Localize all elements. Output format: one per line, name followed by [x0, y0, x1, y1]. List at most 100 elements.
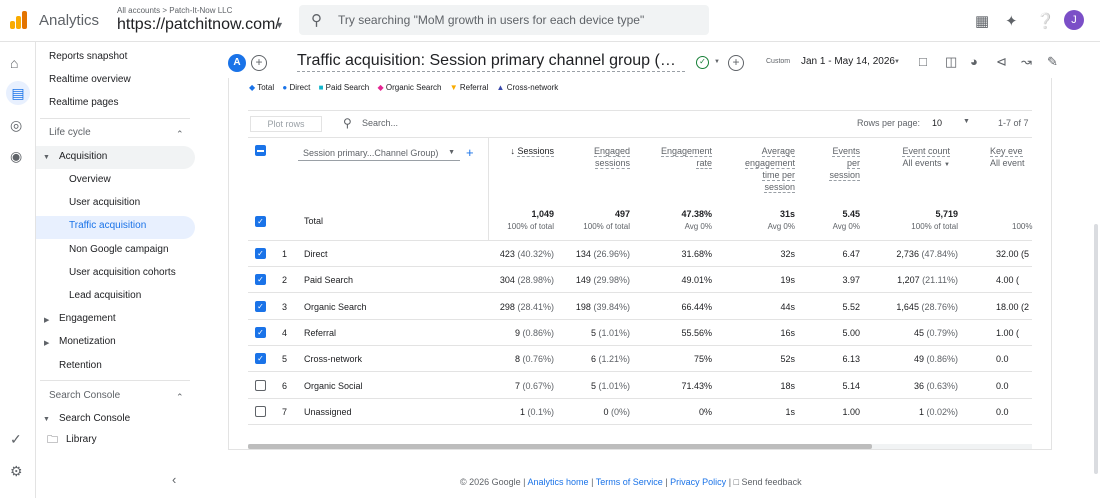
row-checkbox[interactable]: ✓	[255, 248, 266, 259]
sidebar-item-engagement[interactable]: Engagement	[59, 310, 116, 328]
sidebar-item-acquisition[interactable]: Acquisition	[59, 148, 107, 166]
sidebar-item-monetization[interactable]: Monetization	[59, 333, 116, 351]
sidebar-item-realtime-pages[interactable]: Realtime pages	[49, 94, 118, 112]
chevron-down-icon[interactable]: ▼	[714, 59, 720, 65]
date-range-picker[interactable]: Jan 1 - May 14, 2026	[801, 56, 895, 67]
chevron-up-icon[interactable]: ⌃	[176, 129, 184, 140]
scrollbar-thumb[interactable]	[248, 444, 872, 449]
avatar[interactable]: J	[1064, 10, 1084, 30]
rows-per-page-select[interactable]: 10	[932, 118, 942, 128]
row-checkbox[interactable]	[255, 379, 266, 391]
advertising-icon[interactable]: ◉	[10, 148, 22, 165]
home-icon[interactable]: ⌂	[10, 55, 18, 71]
col-event-count[interactable]: Event count All events ▼	[880, 145, 950, 171]
explore-icon[interactable]: ◎	[10, 117, 22, 134]
chevron-down-icon[interactable]: ▼	[894, 59, 900, 65]
add-comparison-icon[interactable]: +	[251, 55, 267, 71]
table-row[interactable]: ✓ 5 Cross-network 8 (0.76%) 6 (1.21%) 75% 52s 6…	[248, 346, 1032, 373]
configure-icon[interactable]: ✓	[10, 431, 22, 448]
account-breadcrumb[interactable]: All accounts > Patch-It-Now LLC	[117, 6, 232, 15]
nav-rail: ⌂ ▤ ◎ ◉ ✓ ⚙	[0, 42, 36, 498]
table-row[interactable]: 7 Unassigned 1 (0.1%) 0 (0%) 0% 1s 1.00 1 (0.02…	[248, 399, 1032, 425]
col-avg-engagement-time[interactable]: Average engagement time per session	[725, 145, 795, 193]
sidebar-item-traffic-acquisition[interactable]: Traffic acquisition	[69, 217, 146, 235]
caret-right-icon: ▶	[44, 317, 50, 324]
privacy-link[interactable]: Privacy Policy	[670, 477, 726, 487]
edit-pencil-icon[interactable]: ✎	[1047, 54, 1058, 70]
col-events-per-session[interactable]: Events per session	[810, 145, 860, 181]
channel-name[interactable]: Unassigned	[304, 407, 454, 417]
search-console-section[interactable]: Search Console	[49, 387, 120, 405]
sidebar-item-user-acquisition-cohorts[interactable]: User acquisition cohorts	[69, 264, 176, 282]
apps-grid-icon[interactable]: ▦	[975, 12, 989, 30]
comparison-badge[interactable]: A	[228, 54, 246, 72]
sidebar-item-search-console[interactable]: Search Console	[59, 410, 130, 428]
terms-link[interactable]: Terms of Service	[596, 477, 663, 487]
edit-notes-icon[interactable]: □	[919, 54, 927, 69]
trend-icon[interactable]: ↝	[1021, 54, 1032, 70]
col-sessions[interactable]: ↓ Sessions	[494, 145, 554, 157]
channel-name[interactable]: Direct	[304, 249, 454, 259]
channel-name[interactable]: Referral	[304, 328, 454, 338]
channel-name[interactable]: Organic Search	[304, 302, 454, 312]
add-dimension-icon[interactable]: +	[466, 145, 474, 160]
share-icon[interactable]: ⊲	[996, 54, 1007, 70]
legend-organic-search: ◆ Organic Search	[377, 83, 442, 92]
channel-name[interactable]: Cross-network	[304, 354, 454, 364]
sidebar-item-overview[interactable]: Overview	[69, 171, 111, 189]
sidebar-item-user-acquisition[interactable]: User acquisition	[69, 194, 140, 212]
sidebar-item-realtime-overview[interactable]: Realtime overview	[49, 71, 131, 89]
lifecycle-section[interactable]: Life cycle	[49, 124, 91, 142]
row-checkbox[interactable]	[255, 405, 266, 417]
compare-icon[interactable]: ◫	[945, 54, 957, 70]
col-engagement-rate[interactable]: Engagement rate	[642, 145, 712, 169]
sidebar-item-retention[interactable]: Retention	[59, 357, 102, 375]
pagination: 1-7 of 7	[998, 118, 1029, 128]
analytics-logo-icon[interactable]	[10, 11, 28, 29]
row-checkbox[interactable]: ✓	[255, 326, 266, 338]
sidebar-item-reports-snapshot[interactable]: Reports snapshot	[49, 48, 127, 66]
chevron-down-icon[interactable]: ▼	[963, 118, 970, 125]
collapse-sidebar-icon[interactable]: ‹	[172, 472, 176, 487]
report-title[interactable]: Traffic acquisition: Session primary cha…	[297, 52, 685, 72]
sidebar-item-library[interactable]: Library	[66, 431, 97, 449]
check-circle-icon[interactable]: ✓	[696, 56, 709, 69]
feedback-icon[interactable]: □	[734, 477, 739, 487]
chevron-down-icon[interactable]: ▼	[275, 20, 284, 30]
reports-icon[interactable]: ▤	[6, 81, 30, 105]
add-filter-icon[interactable]: +	[728, 55, 744, 71]
col-engaged-sessions[interactable]: Engaged sessions	[570, 145, 630, 169]
settings-gear-icon[interactable]: ⚙	[10, 463, 23, 480]
table-row[interactable]: ✓ 4 Referral 9 (0.86%) 5 (1.01%) 55.56% 16s 5.0…	[248, 320, 1032, 346]
dimension-selector[interactable]: Session primary...Channel Group) ▼	[298, 145, 460, 161]
row-checkbox[interactable]: ✓	[255, 300, 266, 312]
search-insights-icon[interactable]: ✦	[1005, 12, 1018, 30]
sidebar-item-non-google-campaign[interactable]: Non Google campaign	[69, 241, 169, 259]
search-bar[interactable]: ⚲ Try searching "MoM growth in users for…	[299, 5, 709, 35]
row-checkbox[interactable]: ✓	[255, 353, 266, 365]
help-icon[interactable]: ❔	[1036, 12, 1055, 30]
insights-icon[interactable]: ◕	[970, 54, 978, 69]
plot-rows-button[interactable]: Plot rows	[250, 116, 322, 132]
total-checkbox[interactable]: ✓	[255, 216, 266, 227]
table-row[interactable]: ✓ 2 Paid Search 304 (28.98%) 149 (29.98%) 49.…	[248, 267, 1032, 294]
key-events-cell: 1.00 (	[996, 327, 1020, 338]
property-selector[interactable]: https://patchitnow.com/	[117, 16, 280, 34]
select-all-checkbox[interactable]	[255, 145, 266, 156]
table-row[interactable]: ✓ 1 Direct 423 (40.32%) 134 (26.96%) 31.68% 32…	[248, 241, 1032, 267]
table-row[interactable]: ✓ 3 Organic Search 298 (28.41%) 198 (39.84%)…	[248, 294, 1032, 320]
event-count-cell: 1,645 (28.76%)	[896, 301, 958, 312]
channel-name[interactable]: Organic Social	[304, 381, 454, 391]
eng-rate-cell: 31.68%	[681, 249, 712, 259]
page-scrollbar[interactable]	[1094, 224, 1098, 474]
col-key-events[interactable]: Key eve All event	[990, 145, 1032, 169]
chevron-up-icon[interactable]: ⌃	[176, 392, 184, 403]
analytics-home-link[interactable]: Analytics home	[528, 477, 589, 487]
sidebar-item-lead-acquisition[interactable]: Lead acquisition	[69, 287, 141, 305]
column-divider	[488, 138, 489, 240]
table-row[interactable]: 6 Organic Social 7 (0.67%) 5 (1.01%) 71.43% 1…	[248, 373, 1032, 399]
send-feedback-link[interactable]: Send feedback	[742, 477, 802, 487]
channel-name[interactable]: Paid Search	[304, 275, 454, 285]
table-search-input[interactable]: Search...	[362, 118, 398, 128]
row-checkbox[interactable]: ✓	[255, 274, 266, 286]
